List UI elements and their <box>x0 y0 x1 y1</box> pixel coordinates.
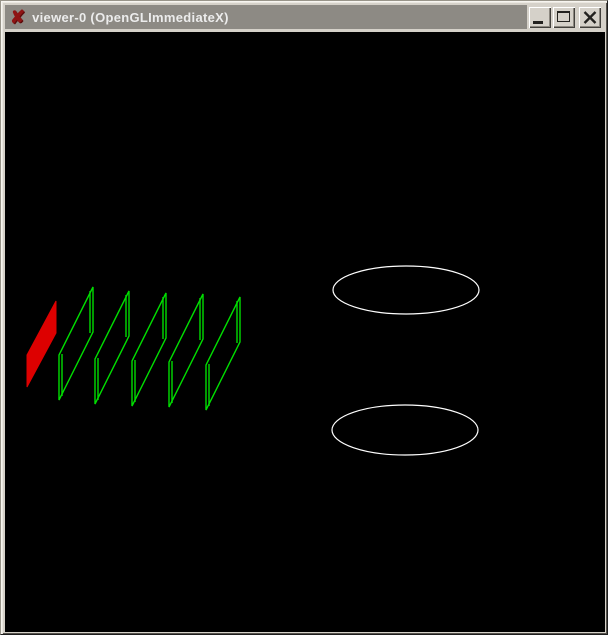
maximize-button[interactable] <box>553 7 575 28</box>
titlebar-button-area <box>527 5 603 29</box>
titlebar-title-area[interactable]: ✘ viewer-0 (OpenGLImmediateX) <box>5 5 527 29</box>
opengl-viewport[interactable] <box>5 32 605 632</box>
close-button[interactable] <box>579 7 601 28</box>
minimize-icon <box>533 21 543 24</box>
gl-canvas-svg <box>5 32 605 632</box>
white-ellipse-1 <box>333 266 479 314</box>
viewer-window: ✘ viewer-0 (OpenGLImmediateX) <box>0 0 608 635</box>
close-icon <box>583 11 597 24</box>
green-quad-4 <box>169 294 203 407</box>
green-quad-2 <box>95 291 129 404</box>
green-quad-1 <box>59 287 93 400</box>
app-x-icon[interactable]: ✘ <box>10 8 25 26</box>
white-ellipse-2 <box>332 405 478 455</box>
green-quad-3 <box>132 293 166 406</box>
window-title: viewer-0 (OpenGLImmediateX) <box>32 10 229 25</box>
green-quad-5 <box>206 297 240 410</box>
titlebar[interactable]: ✘ viewer-0 (OpenGLImmediateX) <box>5 5 603 29</box>
minimize-button[interactable] <box>529 7 551 28</box>
red-quad <box>27 301 56 387</box>
maximize-icon <box>557 11 570 22</box>
